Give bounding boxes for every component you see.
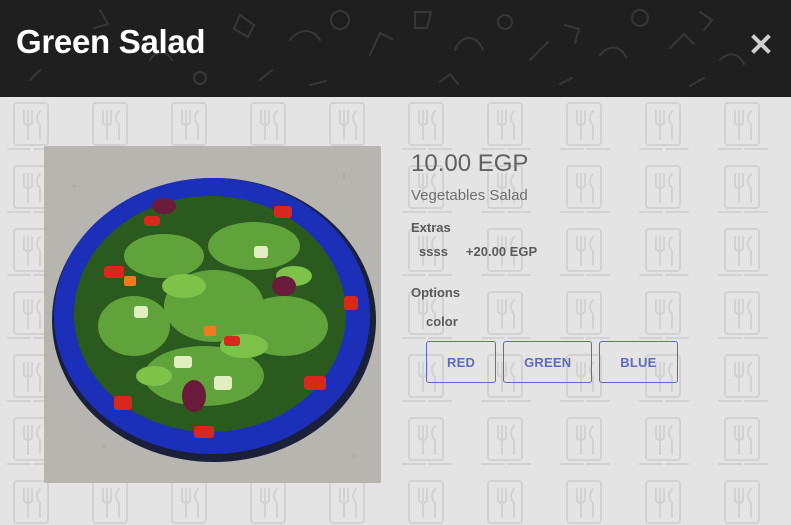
- option-group-color: color: [426, 314, 458, 329]
- modal-body: 10.00 EGP Vegetables Salad Extras ssss +…: [0, 97, 791, 525]
- options-label: Options: [411, 285, 461, 300]
- extra-name: ssss: [419, 244, 448, 259]
- salad-bowl-photo: [44, 146, 381, 483]
- product-details: 10.00 EGP Vegetables Salad Extras ssss +…: [411, 149, 771, 383]
- product-description: Vegetables Salad: [411, 187, 528, 204]
- close-icon: [751, 34, 771, 54]
- modal-title: Green Salad: [16, 23, 206, 60]
- option-red-button[interactable]: RED: [426, 341, 497, 383]
- close-button[interactable]: [749, 32, 773, 56]
- extra-item[interactable]: ssss +20.00 EGP: [411, 242, 771, 262]
- extras-label: Extras: [411, 220, 451, 235]
- modal-header: Green Salad: [0, 0, 791, 97]
- product-price: 10.00 EGP: [411, 150, 529, 177]
- extra-price: +20.00 EGP: [465, 244, 538, 259]
- product-image: [44, 146, 381, 483]
- option-green-button[interactable]: GREEN: [503, 341, 593, 383]
- option-choices: RED GREEN BLUE: [411, 341, 771, 383]
- option-blue-button[interactable]: BLUE: [599, 341, 678, 383]
